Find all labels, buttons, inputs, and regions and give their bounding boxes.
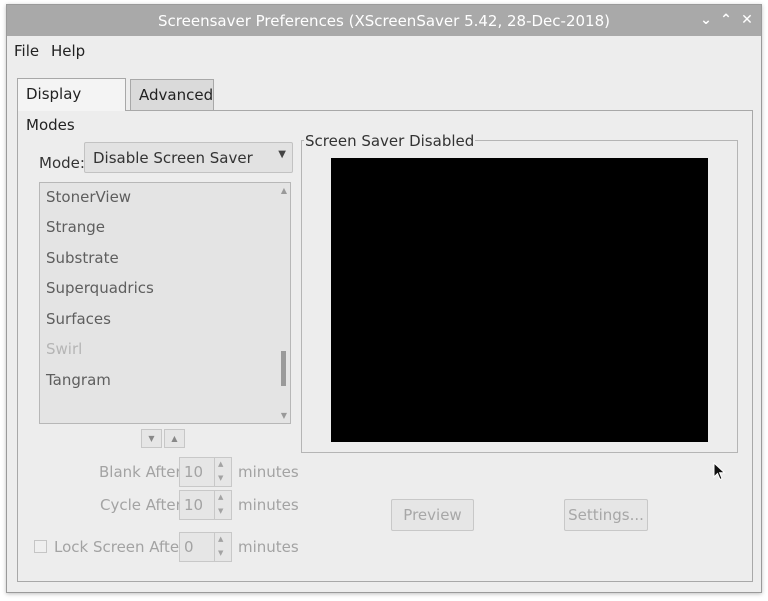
spin-divider bbox=[214, 458, 215, 486]
blank-after-spinner[interactable]: 10 ▲ ▼ bbox=[179, 457, 232, 487]
window-title: Screensaver Preferences (XScreenSaver 5.… bbox=[158, 12, 610, 30]
menu-bar: File Help bbox=[7, 36, 761, 64]
title-bar[interactable]: Screensaver Preferences (XScreenSaver 5.… bbox=[7, 5, 761, 36]
minimize-icon[interactable]: ⌄ bbox=[697, 11, 715, 29]
list-item[interactable]: StonerView bbox=[46, 188, 131, 206]
lock-screen-label[interactable]: Lock Screen After bbox=[54, 538, 185, 556]
list-item[interactable]: Substrate bbox=[46, 249, 119, 267]
mode-value: Disable Screen Saver bbox=[93, 149, 253, 167]
list-item[interactable]: Superquadrics bbox=[46, 279, 154, 297]
scroll-up-icon[interactable]: ▲ bbox=[281, 186, 287, 195]
cycle-after-spinner[interactable]: 10 ▲ ▼ bbox=[179, 490, 232, 520]
cycle-after-label: Cycle After bbox=[100, 496, 182, 514]
move-down-button[interactable]: ▼ bbox=[141, 429, 162, 448]
tab-display-modes[interactable]: Display Modes bbox=[17, 78, 126, 134]
blank-after-unit: minutes bbox=[238, 463, 299, 481]
spin-divider bbox=[214, 491, 215, 519]
lock-screen-spinner[interactable]: 0 ▲ ▼ bbox=[179, 532, 232, 562]
move-up-button[interactable]: ▲ bbox=[164, 429, 185, 448]
maximize-icon[interactable]: ⌃ bbox=[717, 11, 735, 29]
close-icon[interactable]: ✕ bbox=[738, 11, 756, 29]
triangle-down-icon: ▼ bbox=[278, 149, 286, 160]
mode-dropdown[interactable]: Disable Screen Saver ▼ bbox=[84, 142, 293, 173]
spin-down-icon[interactable]: ▼ bbox=[218, 549, 223, 557]
screensaver-preview bbox=[331, 158, 708, 442]
spin-divider bbox=[214, 533, 215, 561]
blank-after-value[interactable]: 10 bbox=[184, 463, 203, 481]
lock-screen-checkbox[interactable] bbox=[34, 540, 47, 553]
spin-up-icon[interactable]: ▲ bbox=[218, 535, 223, 543]
blank-after-label: Blank After bbox=[99, 463, 182, 481]
tab-advanced[interactable]: Advanced bbox=[130, 79, 214, 110]
settings-button[interactable]: Settings... bbox=[564, 499, 648, 531]
lock-screen-unit: minutes bbox=[238, 538, 299, 556]
spin-down-icon[interactable]: ▼ bbox=[218, 474, 223, 482]
list-item[interactable]: Swirl bbox=[46, 340, 82, 358]
spin-up-icon[interactable]: ▲ bbox=[218, 493, 223, 501]
list-item[interactable]: Tangram bbox=[46, 371, 111, 389]
preview-frame-label: Screen Saver Disabled bbox=[304, 132, 476, 150]
scrollbar-thumb[interactable] bbox=[281, 351, 286, 386]
scroll-down-icon[interactable]: ▼ bbox=[281, 411, 287, 420]
spin-up-icon[interactable]: ▲ bbox=[218, 460, 223, 468]
mouse-pointer-icon bbox=[713, 462, 726, 481]
menu-file[interactable]: File bbox=[14, 42, 39, 60]
mode-label: Mode: bbox=[39, 154, 85, 172]
list-item[interactable]: Surfaces bbox=[46, 310, 111, 328]
spin-down-icon[interactable]: ▼ bbox=[218, 507, 223, 515]
preview-button[interactable]: Preview bbox=[391, 499, 474, 531]
lock-screen-value[interactable]: 0 bbox=[184, 538, 194, 556]
cycle-after-value[interactable]: 10 bbox=[184, 496, 203, 514]
menu-help[interactable]: Help bbox=[51, 42, 85, 60]
preferences-window: Screensaver Preferences (XScreenSaver 5.… bbox=[6, 4, 762, 593]
cycle-after-unit: minutes bbox=[238, 496, 299, 514]
list-item[interactable]: Strange bbox=[46, 218, 105, 236]
screensaver-list[interactable]: StonerView Strange Substrate Superquadri… bbox=[39, 182, 291, 424]
